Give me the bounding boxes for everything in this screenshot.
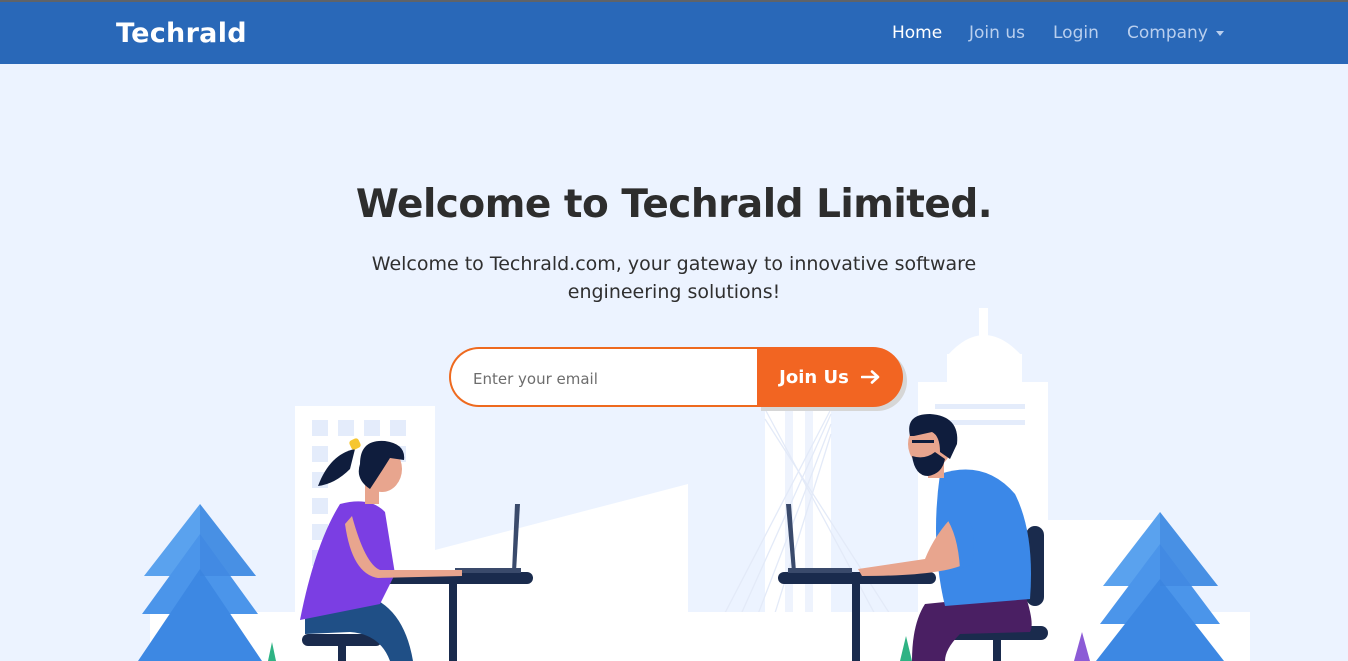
nav-company-dropdown[interactable]: Company (1127, 23, 1224, 43)
arrow-right-icon (860, 370, 880, 384)
join-us-button[interactable]: Join Us (757, 347, 903, 407)
hero-title: Welcome to Techrald Limited. (355, 182, 993, 227)
join-us-button-label: Join Us (779, 366, 849, 388)
nav-home[interactable]: Home (892, 23, 942, 43)
nav-login[interactable]: Login (1053, 23, 1099, 43)
email-input[interactable] (471, 365, 755, 393)
chevron-down-icon (1215, 30, 1224, 36)
nav-join-us[interactable]: Join us (969, 23, 1025, 43)
nav-company-label: Company (1127, 23, 1208, 43)
navbar: Techrald Home Join us Login Company (0, 2, 1348, 64)
hero-section: Welcome to Techrald Limited. Welcome to … (0, 64, 1348, 661)
brand-logo[interactable]: Techrald (116, 18, 247, 49)
email-field-wrapper (449, 347, 761, 407)
hero-subtitle: Welcome to Techrald.com, your gateway to… (371, 253, 977, 303)
tree-left (138, 504, 262, 661)
